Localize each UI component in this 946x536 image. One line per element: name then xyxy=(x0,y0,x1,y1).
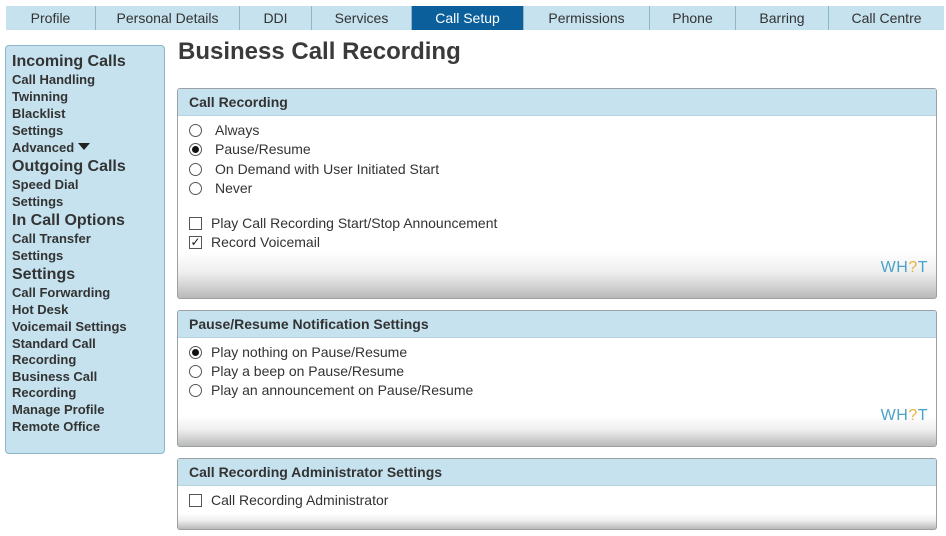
admin-checkbox[interactable] xyxy=(189,493,202,507)
option-play-nothing-label: Play nothing on Pause/Resume xyxy=(211,344,408,360)
sidebar-item-manage-profile[interactable]: Manage Profile xyxy=(12,402,164,418)
sidebar-item-incoming-settings[interactable]: Settings xyxy=(12,123,164,139)
sidebar-item-in-call-settings[interactable]: Settings xyxy=(12,248,164,264)
sidebar-section-incoming-calls: Incoming Calls xyxy=(12,53,126,70)
tab-permissions[interactable]: Permissions xyxy=(524,6,650,30)
what-logo-question-2: ? xyxy=(908,407,918,424)
pause-resume-panel: Pause/Resume Notification Settings Play … xyxy=(177,310,937,447)
option-never-label: Never xyxy=(215,180,253,196)
tab-personal-details[interactable]: Personal Details xyxy=(96,6,240,30)
admin-check-row[interactable]: Call Recording Administrator xyxy=(189,491,388,509)
option-play-nothing[interactable]: Play nothing on Pause/Resume xyxy=(189,343,407,361)
sidebar-item-business-call-recording[interactable]: Business Call Recording xyxy=(12,369,112,401)
what-logo-wh-2: WH xyxy=(880,407,909,424)
option-play-beep-label: Play a beep on Pause/Resume xyxy=(211,363,405,379)
option-play-announcement-label: Play an announcement on Pause/Resume xyxy=(211,382,474,398)
sidebar-item-blacklist[interactable]: Blacklist xyxy=(12,106,164,122)
page-title: Business Call Recording xyxy=(178,38,461,65)
option-pause-resume-label: Pause/Resume xyxy=(215,141,311,157)
what-logo-t: T xyxy=(917,259,928,276)
radio-play-nothing[interactable] xyxy=(189,345,202,359)
radio-never[interactable] xyxy=(189,181,202,195)
announcement-checkbox[interactable] xyxy=(189,216,202,230)
sidebar-item-speed-dial[interactable]: Speed Dial xyxy=(12,177,164,193)
top-tab-bar: Profile Personal Details DDI Services Ca… xyxy=(6,6,944,30)
what-help-logo[interactable]: WH?T xyxy=(881,259,928,277)
option-play-beep[interactable]: Play a beep on Pause/Resume xyxy=(189,362,404,380)
tab-call-centre[interactable]: Call Centre xyxy=(829,6,944,30)
record-voicemail-check-row[interactable]: ✓ Record Voicemail xyxy=(189,233,320,251)
radio-on-demand[interactable] xyxy=(189,162,202,176)
what-logo-question: ? xyxy=(908,259,918,276)
tab-profile[interactable]: Profile xyxy=(6,6,96,30)
what-logo-t-2: T xyxy=(917,407,928,424)
admin-panel: Call Recording Administrator Settings Ca… xyxy=(177,458,937,530)
admin-checkbox-label: Call Recording Administrator xyxy=(211,492,389,508)
tab-ddi[interactable]: DDI xyxy=(240,6,312,30)
sidebar-section-settings: Settings xyxy=(12,266,76,283)
tab-call-setup[interactable]: Call Setup xyxy=(412,6,524,30)
announcement-check-row[interactable]: Play Call Recording Start/Stop Announcem… xyxy=(189,214,497,232)
radio-always[interactable] xyxy=(189,123,202,137)
pause-resume-panel-title: Pause/Resume Notification Settings xyxy=(178,311,936,338)
sidebar-item-remote-office[interactable]: Remote Office xyxy=(12,419,164,435)
sidebar-item-voicemail-settings[interactable]: Voicemail Settings xyxy=(12,319,164,335)
radio-pause-resume[interactable] xyxy=(189,142,202,156)
call-recording-panel-title: Call Recording xyxy=(178,89,936,116)
radio-play-beep[interactable] xyxy=(189,364,202,378)
option-always-label: Always xyxy=(215,122,260,138)
radio-play-announcement[interactable] xyxy=(189,383,202,397)
option-pause-resume[interactable]: Pause/Resume xyxy=(189,140,311,158)
call-recording-panel: Call Recording Always Pause/Resume On De… xyxy=(177,88,937,299)
caret-down-icon xyxy=(78,143,91,150)
what-logo-wh: WH xyxy=(880,259,909,276)
sidebar-section-outgoing-calls: Outgoing Calls xyxy=(12,158,126,175)
sidebar-item-call-forwarding[interactable]: Call Forwarding xyxy=(12,285,164,301)
announcement-checkbox-label: Play Call Recording Start/Stop Announcem… xyxy=(211,215,498,231)
admin-panel-title: Call Recording Administrator Settings xyxy=(178,459,936,486)
sidebar-item-hot-desk[interactable]: Hot Desk xyxy=(12,302,164,318)
record-voicemail-checkbox-label: Record Voicemail xyxy=(211,234,320,250)
sidebar-item-advanced[interactable]: Advanced xyxy=(12,140,164,156)
tab-services[interactable]: Services xyxy=(312,6,412,30)
option-on-demand[interactable]: On Demand with User Initiated Start xyxy=(189,160,439,178)
sidebar-item-advanced-label: Advanced xyxy=(12,140,75,155)
sidebar-section-in-call-options: In Call Options xyxy=(12,212,125,229)
sidebar-item-call-transfer[interactable]: Call Transfer xyxy=(12,231,164,247)
sidebar-item-standard-call-recording[interactable]: Standard Call Recording xyxy=(12,336,112,368)
option-never[interactable]: Never xyxy=(189,179,252,197)
sidebar-item-outgoing-settings[interactable]: Settings xyxy=(12,194,164,210)
tab-phone[interactable]: Phone xyxy=(650,6,736,30)
option-play-announcement[interactable]: Play an announcement on Pause/Resume xyxy=(189,381,473,399)
tab-barring[interactable]: Barring xyxy=(736,6,829,30)
sidebar-item-twinning[interactable]: Twinning xyxy=(12,89,164,105)
sidebar-nav: Incoming Calls Call Handling Twinning Bl… xyxy=(5,45,165,454)
option-always[interactable]: Always xyxy=(189,121,259,139)
record-voicemail-checkbox[interactable]: ✓ xyxy=(189,235,202,249)
option-on-demand-label: On Demand with User Initiated Start xyxy=(215,161,440,177)
sidebar-item-call-handling[interactable]: Call Handling xyxy=(12,72,164,88)
what-help-logo-2[interactable]: WH?T xyxy=(881,407,928,425)
